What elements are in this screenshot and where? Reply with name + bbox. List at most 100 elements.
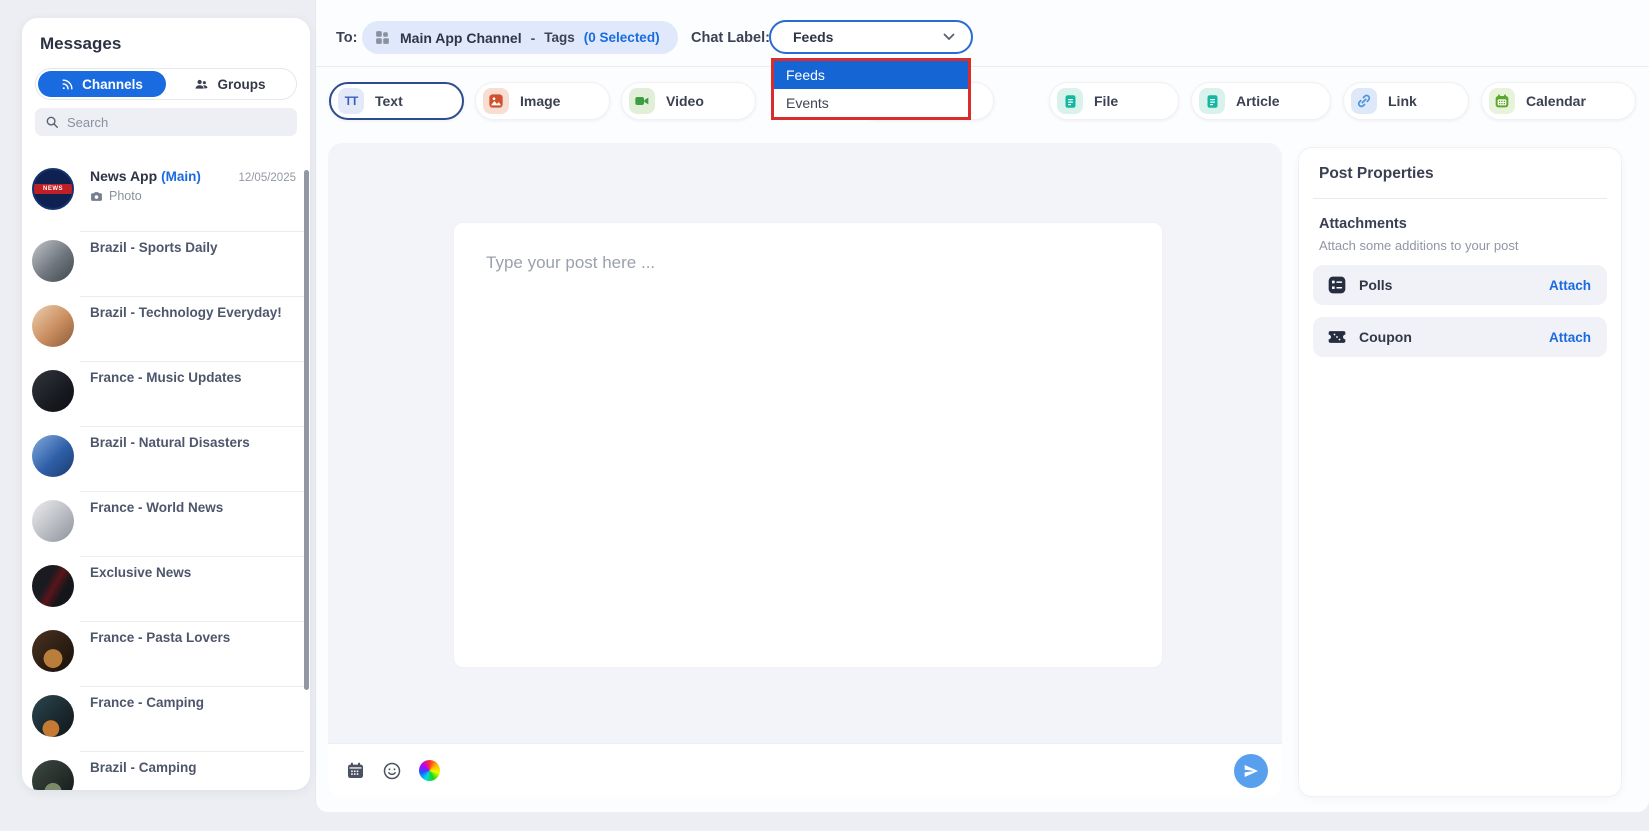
tab-label: File [1094,93,1119,109]
channel-avatar [32,240,74,282]
attach-coupon-link[interactable]: Attach [1549,330,1591,345]
chat-label: Chat Label: [691,30,770,46]
search-box [35,108,297,136]
search-input[interactable] [67,114,287,130]
recipient-name: Main App Channel [400,29,522,46]
post-text-area[interactable]: Type your post here ... [453,222,1163,668]
channel-name: Brazil - Natural Disasters [90,435,250,450]
attach-polls-link[interactable]: Attach [1549,278,1591,293]
tab-label: Article [1236,93,1280,109]
post-editor: Type your post here ... [328,143,1282,797]
chat-label-dropdown-menu: Feeds Events [771,58,971,120]
channels-toggle-button[interactable]: Channels [38,71,166,97]
compose-topbar: To: Main App Channel - Tags (0 Selected)… [316,0,1649,67]
groups-toggle-label: Groups [217,76,266,92]
channel-name: Brazil - Camping [90,760,197,775]
tab-article[interactable]: Article [1191,82,1331,120]
calendar-icon [1489,88,1515,114]
channel-avatar [32,630,74,672]
tab-calendar[interactable]: Calendar [1481,82,1636,120]
schedule-calendar-icon[interactable] [346,761,365,780]
channel-list-item[interactable]: France - Camping [22,687,310,752]
tab-file[interactable]: File [1049,82,1179,120]
channel-list-item[interactable]: France - Pasta Lovers [22,622,310,687]
chat-label-selected-value: Feeds [793,29,834,45]
sidebar-title: Messages [40,34,122,53]
channel-name: France - World News [90,500,224,515]
groups-icon [194,77,209,92]
video-icon [629,88,655,114]
file-icon [1057,88,1083,114]
tab-label: Image [520,93,561,109]
color-wheel-icon[interactable] [419,760,440,781]
channel-name: France - Camping [90,695,205,710]
channel-list-item[interactable]: Brazil - Sports Daily [22,232,310,297]
post-properties-panel: Post Properties Attachments Attach some … [1298,147,1622,797]
tags-label: Tags [544,30,575,45]
rss-icon [61,78,74,91]
recipient-pill[interactable]: Main App Channel - Tags (0 Selected) [362,21,678,54]
link-icon [1351,88,1377,114]
channel-avatar: NEWS [32,168,74,210]
channel-list-item[interactable]: Brazil - Technology Everyday! [22,297,310,362]
messages-sidebar: Messages Channels Groups Search NEWS New… [22,18,310,790]
image-icon [483,88,509,114]
attachment-label: Coupon [1359,329,1412,345]
attachments-subtitle: Attach some additions to your post [1319,238,1519,253]
tab-text[interactable]: TT Text [329,82,464,120]
polls-icon [1327,275,1347,295]
channel-list-item[interactable]: Exclusive News [22,557,310,622]
channel-list-item[interactable]: Brazil - Natural Disasters [22,427,310,492]
sidebar-scrollbar[interactable] [304,170,309,690]
tab-label: Calendar [1526,93,1586,109]
tab-image[interactable]: Image [475,82,610,120]
tab-link[interactable]: Link [1343,82,1469,120]
channel-list: NEWS News App (Main) 12/05/2025 Photo Br… [22,160,310,790]
channel-date: 12/05/2025 [238,172,296,184]
channel-avatar [32,565,74,607]
dropdown-option-label: Feeds [786,67,825,83]
channel-list-item[interactable]: France - Music Updates [22,362,310,427]
channels-groups-toggle: Channels Groups [35,68,297,100]
tags-count[interactable]: (0 Selected) [584,30,660,45]
channel-last-message-type: Photo [109,189,142,203]
emoji-icon[interactable] [382,761,402,781]
dropdown-option-label: Events [786,95,829,111]
attachment-row-coupon: Coupon Attach [1313,317,1607,357]
attachment-row-polls: Polls Attach [1313,265,1607,305]
camera-icon [90,190,103,203]
channel-list-item[interactable]: France - World News [22,492,310,557]
dropdown-option[interactable]: Events [774,89,968,117]
channels-toggle-label: Channels [82,76,143,92]
chat-label-select[interactable]: Feeds [769,20,973,54]
channel-name: News App [90,168,158,184]
channel-avatar [32,695,74,737]
tab-label: Link [1388,93,1417,109]
groups-toggle-button[interactable]: Groups [166,71,294,97]
page: To: Main App Channel - Tags (0 Selected)… [0,0,1649,831]
channel-list-item[interactable]: NEWS News App (Main) 12/05/2025 Photo [22,160,310,232]
channel-name-suffix: (Main) [161,169,201,184]
article-icon [1199,88,1225,114]
attachment-label: Polls [1359,277,1393,293]
channel-list-item[interactable]: Brazil - Camping [22,752,310,790]
tab-video[interactable]: Video [621,82,756,120]
channel-avatar [32,500,74,542]
channel-name: France - Music Updates [90,370,242,385]
panel-divider [1313,198,1607,199]
send-button[interactable] [1234,754,1268,788]
grid-icon [374,29,391,46]
search-icon [45,115,59,129]
to-label: To: [336,30,358,46]
attachments-title: Attachments [1319,216,1407,232]
chevron-down-icon [943,33,955,41]
dropdown-option[interactable]: Feeds [774,61,968,89]
channel-name: Exclusive News [90,565,192,580]
editor-toolbar [328,743,1282,797]
main-surface: To: Main App Channel - Tags (0 Selected)… [315,0,1649,812]
channel-avatar [32,305,74,347]
tab-label: Video [666,93,704,109]
coupon-icon [1327,327,1347,347]
channel-name: France - Pasta Lovers [90,630,231,645]
channel-avatar [32,370,74,412]
